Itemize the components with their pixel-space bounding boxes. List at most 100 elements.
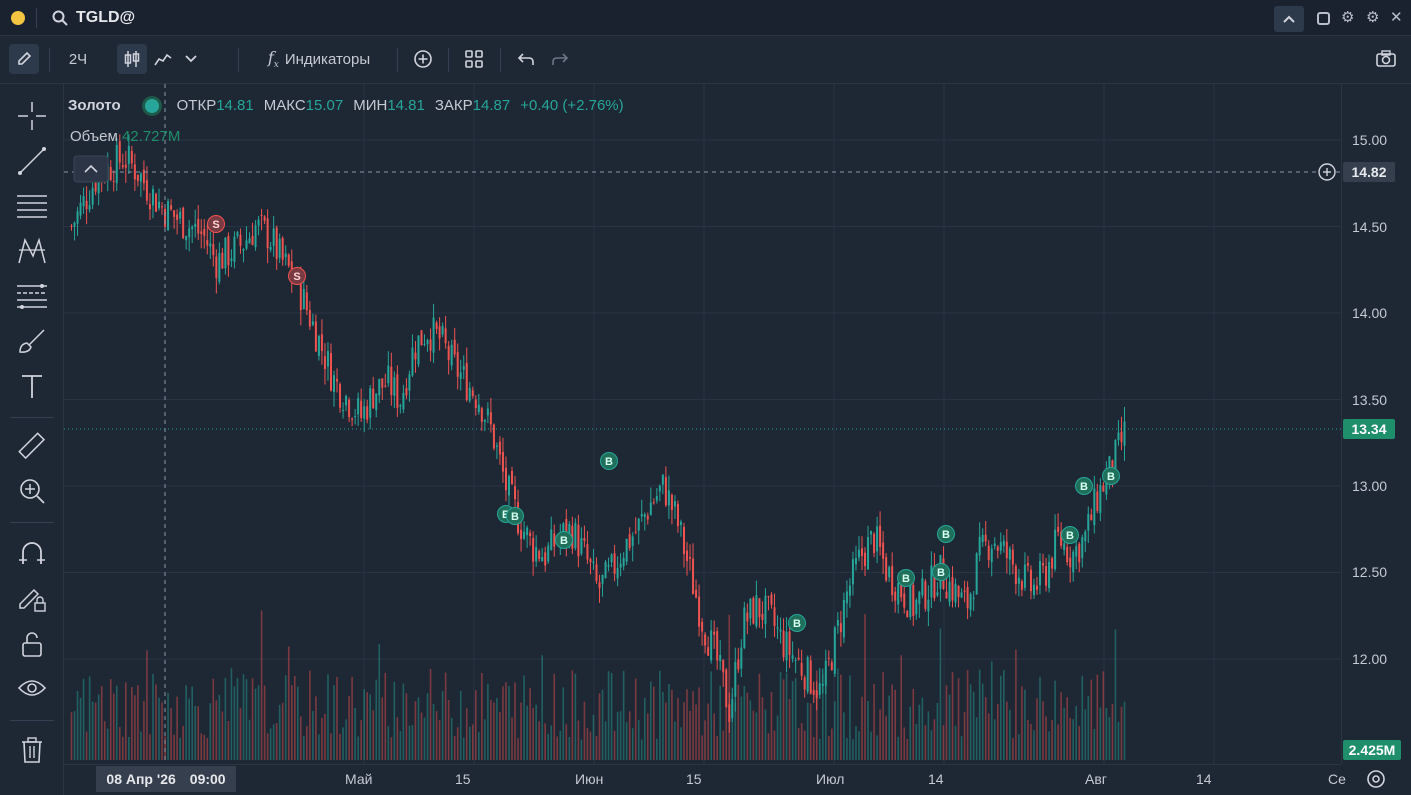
volume-bar bbox=[411, 725, 414, 760]
volume-bar bbox=[915, 723, 918, 760]
trendline-tool[interactable] bbox=[14, 143, 50, 179]
drawing-mode-button[interactable] bbox=[9, 44, 39, 74]
candle-body bbox=[827, 657, 830, 659]
volume-bar bbox=[372, 710, 375, 760]
buy-signal-marker[interactable]: B bbox=[1102, 467, 1120, 485]
volume-bar bbox=[1039, 676, 1041, 760]
buy-signal-marker[interactable]: B bbox=[788, 614, 806, 632]
candle-body bbox=[170, 205, 173, 210]
legend-collapse-button[interactable] bbox=[73, 155, 109, 183]
sell-signal-marker[interactable]: S bbox=[207, 215, 225, 233]
candle-body bbox=[278, 238, 281, 258]
candle-body bbox=[311, 321, 314, 325]
add-button[interactable] bbox=[410, 44, 436, 74]
candle-body bbox=[308, 310, 311, 327]
ticker-symbol[interactable]: TGLD@ bbox=[76, 9, 135, 27]
text-tool[interactable] bbox=[14, 368, 50, 404]
volume-bar bbox=[309, 670, 311, 760]
volume-bar bbox=[1108, 717, 1111, 760]
volume-bar bbox=[785, 672, 788, 760]
zoom-tool[interactable] bbox=[14, 473, 50, 509]
sell-signal-marker[interactable]: S bbox=[288, 267, 306, 285]
volume-bar bbox=[909, 706, 912, 760]
close-icon[interactable]: ✕ bbox=[1390, 8, 1403, 26]
lock-all-tool[interactable] bbox=[14, 626, 50, 662]
volume-bar bbox=[131, 687, 133, 760]
buy-signal-marker[interactable]: B bbox=[600, 452, 618, 470]
buy-signal-marker[interactable]: B bbox=[937, 525, 955, 543]
axis-settings-button[interactable] bbox=[1365, 768, 1387, 795]
area-chart-button[interactable] bbox=[150, 44, 176, 74]
layouts-button[interactable] bbox=[461, 44, 487, 74]
delete-drawings-button[interactable] bbox=[14, 732, 50, 768]
volume-bar bbox=[167, 692, 169, 760]
pattern-tool[interactable] bbox=[14, 233, 50, 269]
window-icon[interactable] bbox=[1317, 12, 1330, 25]
volume-bar bbox=[803, 730, 806, 760]
interval-button[interactable]: 2Ч bbox=[60, 44, 96, 74]
magnet-tool[interactable] bbox=[14, 536, 50, 572]
candle-body bbox=[873, 533, 876, 554]
candle-body bbox=[369, 388, 372, 418]
volume-bar bbox=[417, 697, 420, 760]
candle-body bbox=[643, 514, 646, 517]
crosshair-tool[interactable] bbox=[14, 98, 50, 134]
volume-bar bbox=[215, 700, 218, 760]
brush-tool[interactable] bbox=[14, 323, 50, 359]
buy-signal-marker[interactable]: B bbox=[1061, 526, 1079, 544]
collapse-button[interactable] bbox=[1274, 6, 1304, 32]
volume-bar bbox=[568, 737, 571, 760]
lock-drawing-tool[interactable] bbox=[14, 581, 50, 617]
settings-icon[interactable]: ⚙ bbox=[1341, 8, 1354, 26]
candle-body bbox=[1008, 548, 1011, 560]
candle-body bbox=[791, 655, 794, 659]
buy-signal-marker[interactable]: B bbox=[555, 531, 573, 549]
horizontal-lines-tool[interactable] bbox=[14, 188, 50, 224]
plus-circle-icon bbox=[414, 50, 432, 68]
candles-chart-button[interactable] bbox=[117, 44, 147, 74]
redo-button[interactable] bbox=[547, 44, 573, 74]
candle-body bbox=[930, 565, 933, 598]
time-axis[interactable]: Май 15 Июн 15 Июл 14 Авг 14 Се bbox=[64, 764, 1346, 795]
volume-bar bbox=[408, 725, 411, 760]
indicators-button[interactable]: fx Индикаторы bbox=[254, 44, 384, 74]
volume-bar bbox=[776, 715, 779, 760]
candle-body bbox=[468, 387, 471, 401]
candle-body bbox=[1011, 549, 1014, 565]
buy-signal-marker[interactable]: B bbox=[897, 569, 915, 587]
candle-body bbox=[945, 591, 948, 599]
volume-bar bbox=[405, 693, 408, 760]
ruler-tool[interactable] bbox=[14, 428, 50, 464]
buy-signal-marker[interactable]: B bbox=[1075, 477, 1093, 495]
volume-bar bbox=[453, 735, 456, 760]
candle-body bbox=[260, 214, 263, 216]
candlestick-icon bbox=[124, 51, 140, 67]
fib-tool[interactable] bbox=[14, 278, 50, 314]
price-chart[interactable]: SSB BBBBB BBBBB bbox=[64, 84, 1341, 764]
candle-body bbox=[384, 385, 387, 387]
screenshot-button[interactable] bbox=[1372, 44, 1400, 74]
candle-body bbox=[598, 582, 601, 589]
volume-bar bbox=[918, 704, 921, 760]
candle-body bbox=[984, 534, 987, 542]
candle-body bbox=[701, 621, 704, 632]
buy-signal-marker[interactable]: B bbox=[506, 507, 524, 525]
function-icon: fx bbox=[267, 47, 279, 71]
buy-signal-marker[interactable]: B bbox=[932, 563, 950, 581]
volume-bar bbox=[680, 727, 682, 760]
candle-body bbox=[239, 234, 242, 246]
candle-body bbox=[670, 494, 673, 510]
chevron-down-icon bbox=[185, 55, 197, 63]
search-icon[interactable] bbox=[52, 10, 68, 26]
chart-type-dropdown[interactable] bbox=[180, 44, 202, 74]
divider bbox=[500, 48, 501, 72]
visibility-tool[interactable] bbox=[14, 671, 50, 707]
crosshair-add-button[interactable] bbox=[1318, 163, 1336, 181]
volume-bar bbox=[221, 711, 224, 760]
candle-body bbox=[722, 659, 725, 673]
candle-body bbox=[1032, 584, 1035, 595]
undo-button[interactable] bbox=[513, 44, 539, 74]
gear-icon[interactable]: ⚙ bbox=[1366, 8, 1379, 26]
divider bbox=[36, 8, 37, 28]
candle-body bbox=[993, 543, 996, 547]
